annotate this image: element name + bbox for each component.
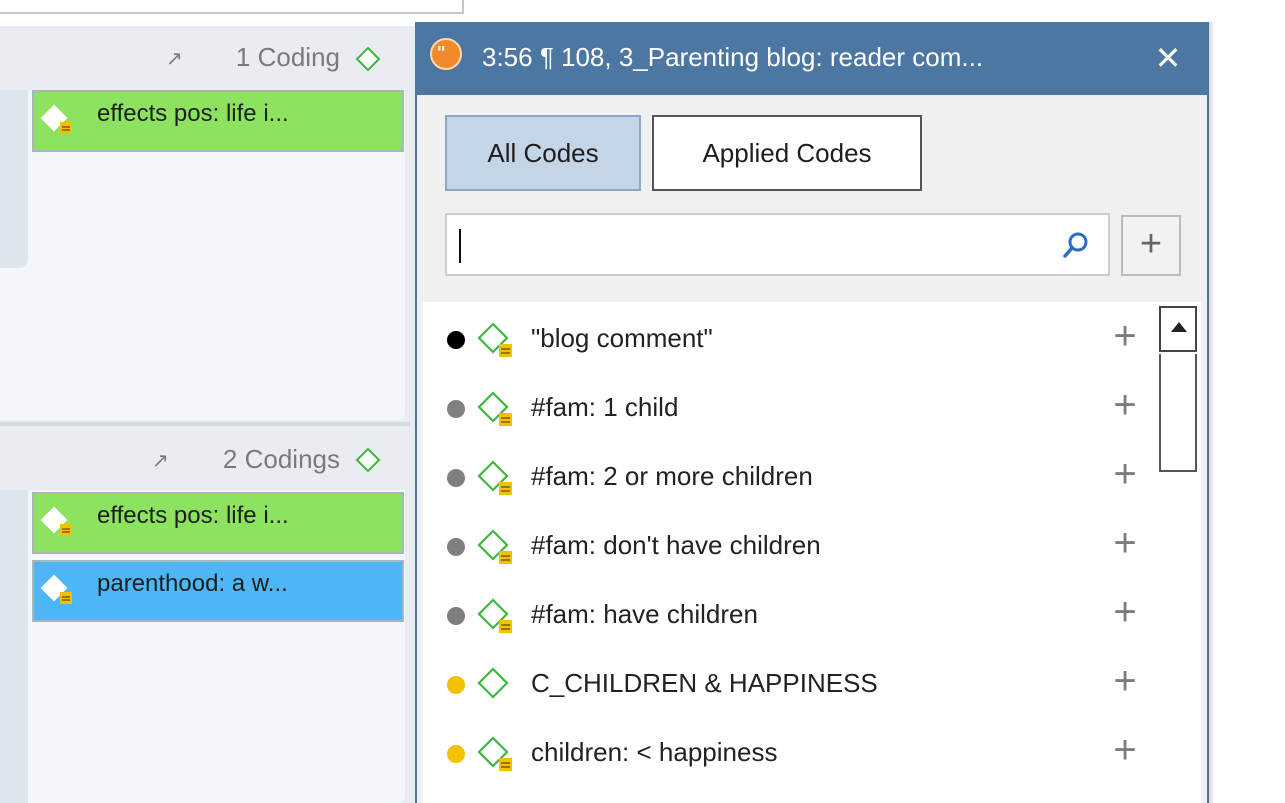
code-comment-icon	[40, 506, 72, 536]
code-comment-icon	[477, 598, 512, 633]
coding-count: 2 Codings	[222, 444, 340, 474]
popup-shadow	[1209, 22, 1215, 803]
code-group-dot	[447, 538, 465, 556]
code-group-dot	[447, 607, 465, 625]
apply-code-button[interactable]: +	[1105, 590, 1145, 634]
divider	[462, 0, 464, 14]
apply-code-button[interactable]: +	[1105, 728, 1145, 772]
popup-title: 3:56 ¶ 108, 3_Parenting blog: reader com…	[482, 42, 984, 72]
coding-chip[interactable]: effects pos: life i...	[32, 492, 404, 554]
code-comment-icon	[40, 574, 72, 604]
coding-chip[interactable]: parenthood: a w...	[32, 560, 404, 622]
code-comment-icon	[477, 529, 512, 564]
apply-code-button[interactable]: +	[1105, 452, 1145, 496]
code-diamond-icon[interactable]	[355, 46, 381, 72]
coding-label: effects pos: life i...	[97, 502, 289, 529]
apply-code-button[interactable]: +	[1105, 383, 1145, 427]
code-comment-icon	[477, 736, 512, 771]
segment-header: ↗ 2 Codings	[0, 426, 408, 492]
code-list-item[interactable]: #fam: 2 or more children +	[423, 442, 1158, 508]
apply-code-button[interactable]: +	[1105, 521, 1145, 565]
code-label: "blog comment"	[531, 323, 713, 353]
coding-label: effects pos: life i...	[97, 100, 289, 127]
segment-header: ↗ 1 Coding	[0, 26, 408, 92]
code-label: #fam: 1 child	[531, 392, 679, 422]
code-group-dot	[447, 469, 465, 487]
code-group-dot	[447, 400, 465, 418]
code-label: #fam: don't have children	[531, 530, 821, 560]
divider	[0, 12, 462, 14]
code-icon	[477, 667, 509, 699]
background	[1209, 0, 1285, 803]
code-comment-icon	[40, 104, 72, 134]
code-list-item[interactable]: "blog comment" +	[423, 304, 1158, 370]
code-picker-popup: " 3:56 ¶ 108, 3_Parenting blog: reader c…	[415, 22, 1209, 803]
coding-label: parenthood: a w...	[97, 570, 288, 597]
scroll-thumb[interactable]	[1159, 354, 1197, 472]
code-list-item[interactable]: #fam: 1 child +	[423, 373, 1158, 439]
code-list-item[interactable]: #fam: don't have children +	[423, 511, 1158, 577]
add-code-button[interactable]: +	[1121, 215, 1181, 276]
close-button[interactable]: ✕	[1151, 38, 1185, 78]
search-icon[interactable]	[1060, 229, 1092, 261]
margin-top-strip	[0, 0, 470, 26]
code-list-item[interactable]: C_CHILDREN & HAPPINESS +	[423, 649, 1158, 715]
code-group-dot	[447, 331, 465, 349]
text-caret	[459, 229, 461, 263]
popup-titlebar[interactable]: " 3:56 ¶ 108, 3_Parenting blog: reader c…	[417, 24, 1207, 95]
segment-bar	[0, 90, 28, 268]
code-diamond-icon[interactable]	[355, 447, 381, 473]
code-comment-icon	[477, 391, 512, 426]
code-comment-icon	[477, 460, 512, 495]
code-label: C_CHILDREN & HAPPINESS	[531, 668, 878, 698]
expand-arrow-icon[interactable]: ↗	[166, 46, 183, 71]
scroll-up-button[interactable]	[1159, 306, 1197, 352]
code-group-dot	[447, 676, 465, 694]
code-list-item[interactable]: children: < happiness +	[423, 718, 1158, 784]
code-list-item[interactable]: #fam: have children +	[423, 580, 1158, 646]
code-group-dot	[447, 745, 465, 763]
code-label: children: < happiness	[531, 737, 778, 767]
code-list: "blog comment" + #fam: 1 child + #fam: 2 or …	[423, 302, 1201, 803]
quotation-icon: "	[430, 38, 462, 70]
search-input[interactable]	[445, 213, 1110, 276]
coding-count: 1 Coding	[235, 42, 340, 72]
coding-chip[interactable]: effects pos: life i...	[32, 90, 404, 152]
code-label: #fam: 2 or more children	[531, 461, 813, 491]
code-label: #fam: have children	[531, 599, 758, 629]
tab-applied-codes[interactable]: Applied Codes	[652, 115, 922, 191]
scrollbar[interactable]	[1159, 306, 1197, 472]
code-comment-icon	[477, 322, 512, 357]
apply-code-button[interactable]: +	[1105, 314, 1145, 358]
segment-bar	[0, 490, 28, 803]
tab-all-codes[interactable]: All Codes	[445, 115, 641, 191]
expand-arrow-icon[interactable]: ↗	[152, 448, 169, 473]
apply-code-button[interactable]: +	[1105, 659, 1145, 703]
